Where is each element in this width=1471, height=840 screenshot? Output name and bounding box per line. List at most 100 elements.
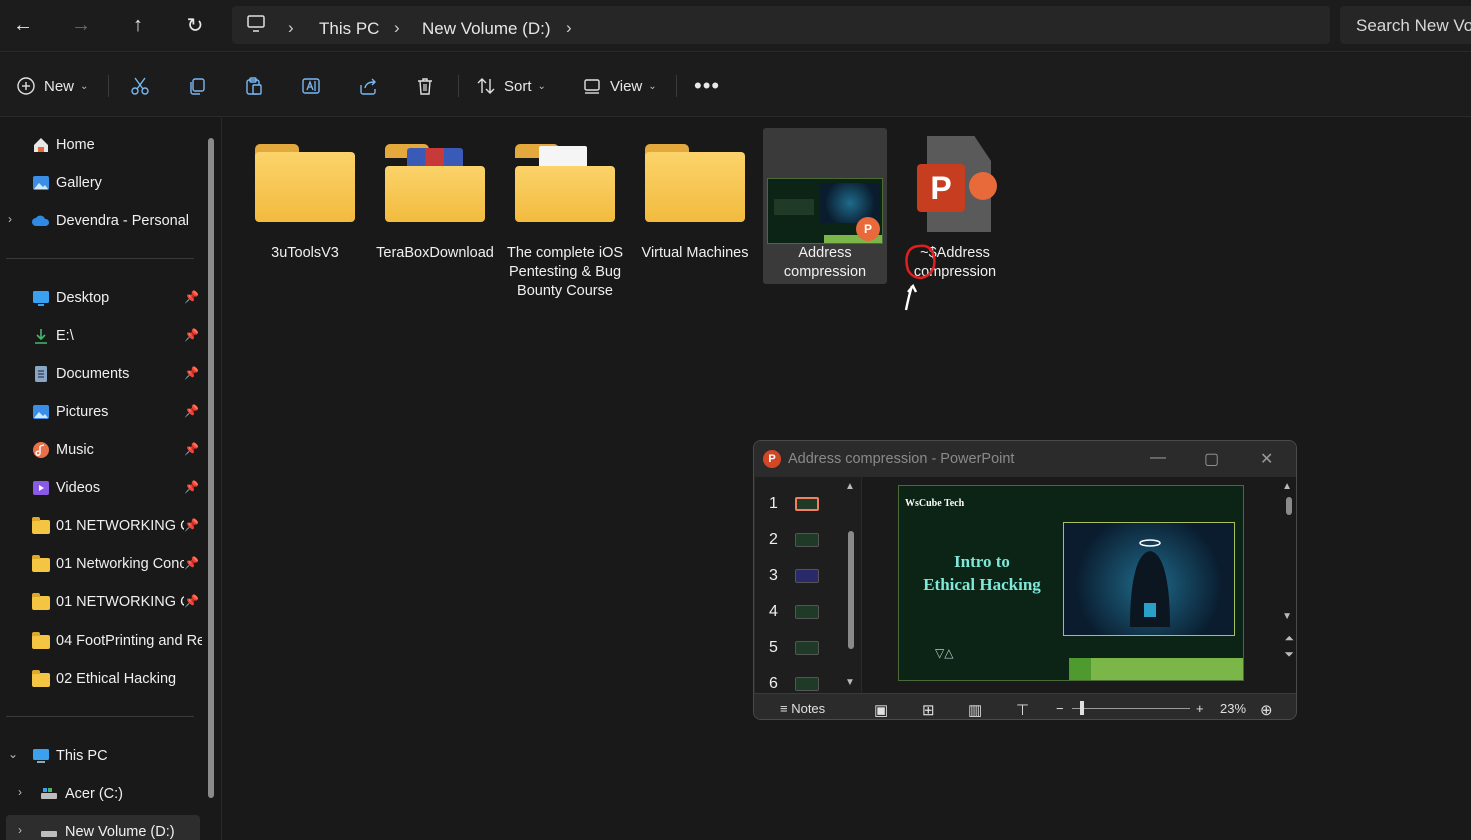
sidebar-item-onedrive[interactable]: › Devendra - Personal	[0, 204, 212, 238]
more-options-button[interactable]: •••	[694, 73, 720, 99]
sidebar-item-folder[interactable]: 04 FootPrinting and Reconnaissance	[0, 624, 212, 658]
powerpoint-preview-window[interactable]: P Address compression - PowerPoint — ▢ ✕…	[753, 440, 1297, 720]
fit-to-window-icon[interactable]: ⊕	[1260, 701, 1273, 719]
sidebar-item-folder[interactable]: 01 NETWORKING CONCEPTS 📌	[0, 585, 212, 619]
rename-button[interactable]	[301, 73, 321, 99]
sidebar-item-documents[interactable]: Documents 📌	[0, 357, 212, 391]
search-placeholder: Search New Vol	[1356, 16, 1471, 35]
breadcrumb-chevron[interactable]: ›	[566, 18, 572, 38]
pin-icon[interactable]: 📌	[184, 328, 199, 342]
pptx-thumbnail: P	[767, 178, 883, 244]
sidebar-item-label: Music	[56, 442, 94, 458]
file-tile[interactable]: Virtual Machines	[633, 128, 757, 284]
zoom-in-button[interactable]: +	[1196, 701, 1204, 716]
slide-editor[interactable]: WsCube Tech Intro to Ethical Hacking ▽△ …	[862, 477, 1296, 693]
forward-button[interactable]: →	[64, 10, 98, 40]
previous-slide-icon[interactable]: ⏶	[1284, 631, 1294, 646]
pin-icon[interactable]: 📌	[184, 518, 199, 532]
sidebar-item-label: E:\	[56, 328, 74, 344]
scroll-up-icon[interactable]: ▲	[845, 481, 855, 492]
pin-icon[interactable]: 📌	[184, 442, 199, 456]
refresh-button[interactable]: ↻	[178, 10, 212, 40]
maximize-button[interactable]: ▢	[1204, 449, 1219, 469]
pc-icon	[33, 749, 49, 763]
pin-icon[interactable]: 📌	[184, 366, 199, 380]
pin-icon[interactable]: 📌	[184, 290, 199, 304]
search-input[interactable]: Search New Vol	[1340, 6, 1471, 44]
scroll-down-icon[interactable]: ▼	[1282, 611, 1292, 622]
new-button[interactable]: New ⌄	[16, 73, 88, 99]
sidebar-item-this-pc[interactable]: ⌄ This PC	[0, 739, 212, 773]
pin-icon[interactable]: 📌	[184, 556, 199, 570]
breadcrumb-chevron[interactable]: ›	[394, 18, 400, 38]
view-button[interactable]: View ⌄	[582, 73, 657, 99]
sidebar-item-d-drive[interactable]: › New Volume (D:)	[6, 815, 200, 840]
breadcrumb-this-pc[interactable]: This PC	[319, 19, 379, 39]
chevron-right-icon[interactable]: ›	[18, 785, 22, 799]
reading-view-icon[interactable]: ▥	[968, 701, 982, 719]
slide-scrollbar[interactable]	[1286, 497, 1292, 515]
slide-thumbnail[interactable]: 3	[755, 561, 855, 591]
sidebar-item-folder[interactable]: 02 Ethical Hacking	[0, 662, 212, 696]
breadcrumb-new-volume[interactable]: New Volume (D:)	[422, 19, 550, 39]
back-button[interactable]: ←	[6, 10, 40, 40]
pin-icon[interactable]: 📌	[184, 480, 199, 494]
close-button[interactable]: ✕	[1260, 449, 1273, 469]
chevron-down-icon[interactable]: ⌄	[8, 747, 18, 761]
delete-button[interactable]	[415, 73, 435, 99]
slide-headline-line: Intro to	[954, 552, 1010, 571]
copy-button[interactable]	[187, 73, 207, 99]
view-label: View	[610, 77, 643, 95]
sidebar-item-desktop[interactable]: Desktop 📌	[0, 281, 212, 315]
trash-icon	[418, 78, 432, 95]
sidebar-item-folder[interactable]: 01 Networking Concepts 📌	[0, 547, 212, 581]
slide-thumbnail[interactable]: 6	[755, 669, 855, 693]
zoom-slider-track[interactable]	[1072, 708, 1190, 709]
sidebar-item-videos[interactable]: Videos 📌	[0, 471, 212, 505]
share-button[interactable]	[358, 73, 378, 99]
zoom-level[interactable]: 23%	[1220, 701, 1246, 716]
window-titlebar[interactable]: P Address compression - PowerPoint — ▢ ✕	[754, 441, 1296, 477]
scroll-up-icon[interactable]: ▲	[1282, 481, 1292, 492]
sidebar-item-c-drive[interactable]: › Acer (C:)	[0, 777, 212, 811]
sidebar-item-e-drive[interactable]: E:\ 📌	[0, 319, 212, 353]
slideshow-icon[interactable]: ⊤	[1016, 701, 1029, 719]
slide-thumbnail[interactable]: 5	[755, 633, 855, 663]
sidebar-item-home[interactable]: Home	[0, 128, 212, 162]
cut-button[interactable]	[130, 73, 150, 99]
scroll-down-icon[interactable]: ▼	[845, 677, 855, 688]
paste-button[interactable]	[244, 73, 264, 99]
slide-sorter-icon[interactable]: ⊞	[922, 701, 935, 719]
sidebar-item-gallery[interactable]: Gallery	[0, 166, 212, 200]
slide-preview	[795, 533, 819, 547]
sidebar-item-pictures[interactable]: Pictures 📌	[0, 395, 212, 429]
sidebar-item-folder[interactable]: 01 NETWORKING CONCEPTS 📌	[0, 509, 212, 543]
breadcrumb-chevron[interactable]: ›	[288, 18, 294, 38]
sidebar-item-label: 01 NETWORKING CONCEPTS	[56, 518, 184, 534]
slide-thumbnail[interactable]: 4	[755, 597, 855, 627]
file-tile-selected[interactable]: P Address compression	[763, 128, 887, 284]
scissors-icon	[131, 77, 149, 95]
chevron-right-icon[interactable]: ›	[8, 212, 12, 226]
pin-icon[interactable]: 📌	[184, 404, 199, 418]
current-slide[interactable]: WsCube Tech Intro to Ethical Hacking ▽△	[898, 485, 1244, 681]
pin-icon[interactable]: 📌	[184, 594, 199, 608]
file-tile[interactable]: TeraBoxDownload	[373, 128, 497, 284]
sidebar-item-music[interactable]: Music 📌	[0, 433, 212, 467]
chevron-right-icon[interactable]: ›	[18, 823, 22, 837]
slide-thumbnail[interactable]: 1	[755, 489, 855, 519]
sort-button[interactable]: Sort ⌄	[476, 73, 546, 99]
zoom-out-button[interactable]: −	[1056, 701, 1064, 716]
normal-view-icon[interactable]: ▣	[874, 701, 888, 719]
thumbnail-scrollbar[interactable]	[848, 531, 854, 649]
minimize-button[interactable]: —	[1150, 449, 1166, 467]
sidebar-scrollbar[interactable]	[208, 138, 214, 798]
slide-thumbnail[interactable]: 2	[755, 525, 855, 555]
up-button[interactable]: ↑	[121, 10, 155, 40]
next-slide-icon[interactable]: ⏷	[1284, 647, 1294, 662]
notes-button[interactable]: ≡ Notes	[780, 701, 825, 716]
file-tile[interactable]: The complete iOS Pentesting & Bug Bounty…	[503, 128, 627, 299]
file-tile[interactable]: 3uToolsV3	[243, 128, 367, 284]
address-box[interactable]: › This PC › New Volume (D:) ›	[232, 6, 1330, 44]
zoom-slider-thumb[interactable]	[1080, 701, 1084, 715]
